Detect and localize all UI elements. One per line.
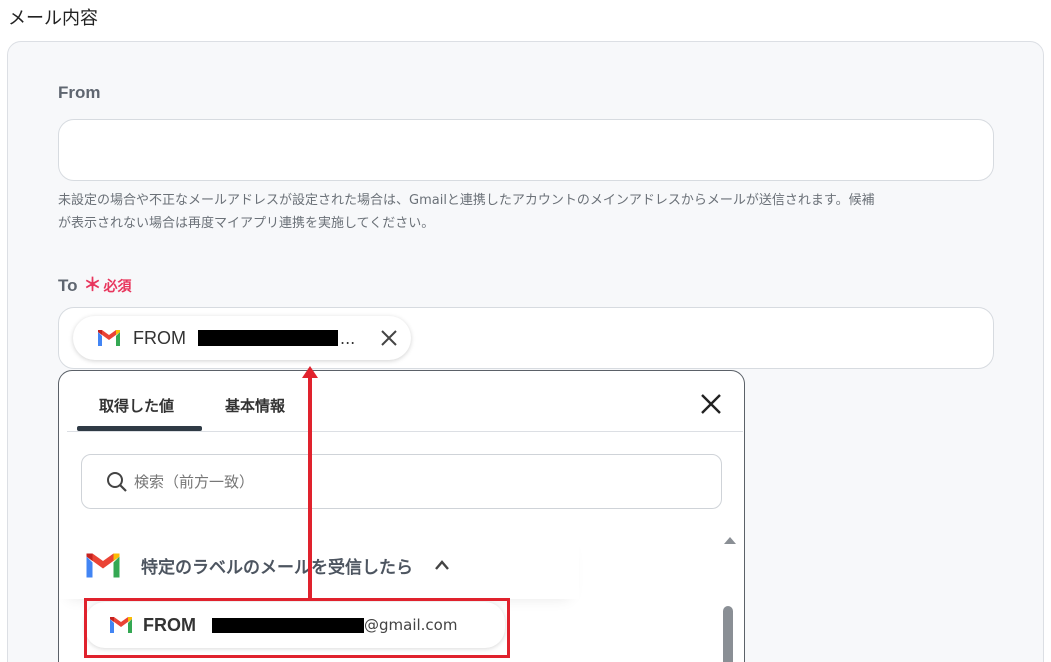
to-label: To ＊必須 [58,271,132,297]
required-badge: 必須 [103,278,132,294]
gmail-icon [86,553,120,577]
group-title: 特定のラベルのメールを受信したら [141,557,413,578]
scroll-thumb[interactable] [723,606,733,662]
search-input[interactable]: 検索（前方一致） [81,454,722,509]
to-label-text: To [58,276,78,295]
from-help-line-2: が表示されない場合は再度マイアプリ連携を実施してください。 [58,216,435,231]
scrollbar[interactable] [721,531,737,662]
tab-divider [67,431,743,432]
from-input[interactable] [58,119,994,181]
search-placeholder: 検索（前方一致） [134,473,255,491]
tab-basic-info[interactable]: 基本情報 [225,395,285,416]
close-icon[interactable] [698,391,724,417]
from-help-line-1: 未設定の場合や不正なメールアドレスが設定された場合は、Gmailと連携したアカウ… [58,193,875,208]
redacted-block [198,330,338,346]
required-star: ＊ [83,275,102,295]
close-icon[interactable] [377,326,401,350]
scroll-up-arrow[interactable] [724,537,736,544]
page-root: メール内容 From 未設定の場合や不正なメールアドレスが設定された場合は、Gm… [0,0,1051,662]
to-token-chip[interactable]: FROM ... [73,316,411,360]
tab-acquired-values[interactable]: 取得した値 [99,395,174,416]
annotation-arrow-head [302,366,318,378]
chip-label: FROM [133,327,186,348]
chip-ellipsis: ... [340,328,356,348]
annotation-highlight-box [84,598,510,658]
from-help-text: 未設定の場合や不正なメールアドレスが設定された場合は、Gmailと連携したアカウ… [58,189,998,235]
search-icon [107,471,127,492]
from-label: From [58,83,101,102]
chevron-up-icon[interactable] [435,560,449,570]
trigger-group-header[interactable]: 特定のラベルのメールを受信したら [59,531,579,599]
section-title: メール内容 [8,8,98,29]
gmail-icon [98,330,120,346]
annotation-arrow-line [308,375,312,600]
